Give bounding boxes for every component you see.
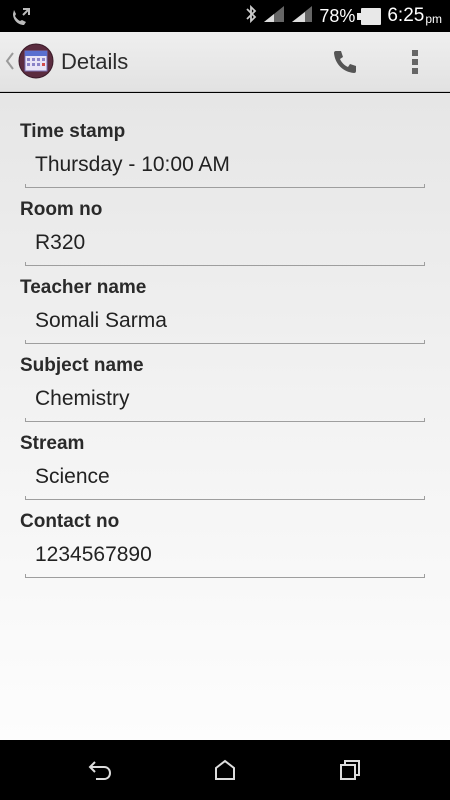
bluetooth-icon xyxy=(245,4,257,28)
clock-ampm: pm xyxy=(425,12,442,26)
details-form: Time stamp Thursday - 10:00 AM Room no R… xyxy=(0,93,450,740)
battery-icon xyxy=(357,7,382,25)
subject-name-input[interactable]: Chemistry xyxy=(25,382,425,420)
room-no-input[interactable]: R320 xyxy=(25,226,425,264)
field-label: Subject name xyxy=(20,355,144,376)
home-icon[interactable] xyxy=(200,752,250,788)
field-label: Stream xyxy=(20,433,85,454)
field-underline xyxy=(25,262,425,266)
field-time-stamp: Time stamp Thursday - 10:00 AM xyxy=(0,121,450,199)
time-stamp-input[interactable]: Thursday - 10:00 AM xyxy=(25,148,425,186)
signal-icon xyxy=(263,5,285,27)
action-bar: Details xyxy=(0,32,450,92)
clock: 6:25 pm xyxy=(387,5,442,27)
navigation-bar xyxy=(0,740,450,800)
back-chevron-icon[interactable] xyxy=(4,50,16,72)
status-bar: 78% 6:25 pm xyxy=(0,0,450,32)
signal-icon xyxy=(291,5,313,27)
field-label: Contact no xyxy=(20,511,120,532)
app-calendar-icon[interactable] xyxy=(18,43,54,79)
clock-time: 6:25 xyxy=(387,5,425,26)
overflow-menu-icon[interactable] xyxy=(402,44,428,80)
field-label: Teacher name xyxy=(20,277,147,298)
battery-percent: 78% xyxy=(319,5,356,26)
recent-apps-icon[interactable] xyxy=(325,752,375,788)
stream-input[interactable]: Science xyxy=(25,460,425,498)
field-underline xyxy=(25,574,425,578)
contact-no-input[interactable]: 1234567890 xyxy=(25,538,425,576)
field-room-no: Room no R320 xyxy=(0,199,450,277)
field-underline xyxy=(25,340,425,344)
field-underline xyxy=(25,418,425,422)
field-underline xyxy=(25,496,425,500)
back-icon[interactable] xyxy=(75,752,125,788)
field-contact-no: Contact no 1234567890 xyxy=(0,511,450,589)
field-underline xyxy=(25,184,425,188)
page-title: Details xyxy=(61,49,129,74)
field-label: Room no xyxy=(20,199,103,220)
field-stream: Stream Science xyxy=(0,433,450,511)
field-subject-name: Subject name Chemistry xyxy=(0,355,450,433)
teacher-name-input[interactable]: Somali Sarma xyxy=(25,304,425,342)
field-teacher-name: Teacher name Somali Sarma xyxy=(0,277,450,355)
call-forward-icon xyxy=(10,6,32,26)
phone-icon[interactable] xyxy=(326,44,364,80)
field-label: Time stamp xyxy=(20,121,126,142)
